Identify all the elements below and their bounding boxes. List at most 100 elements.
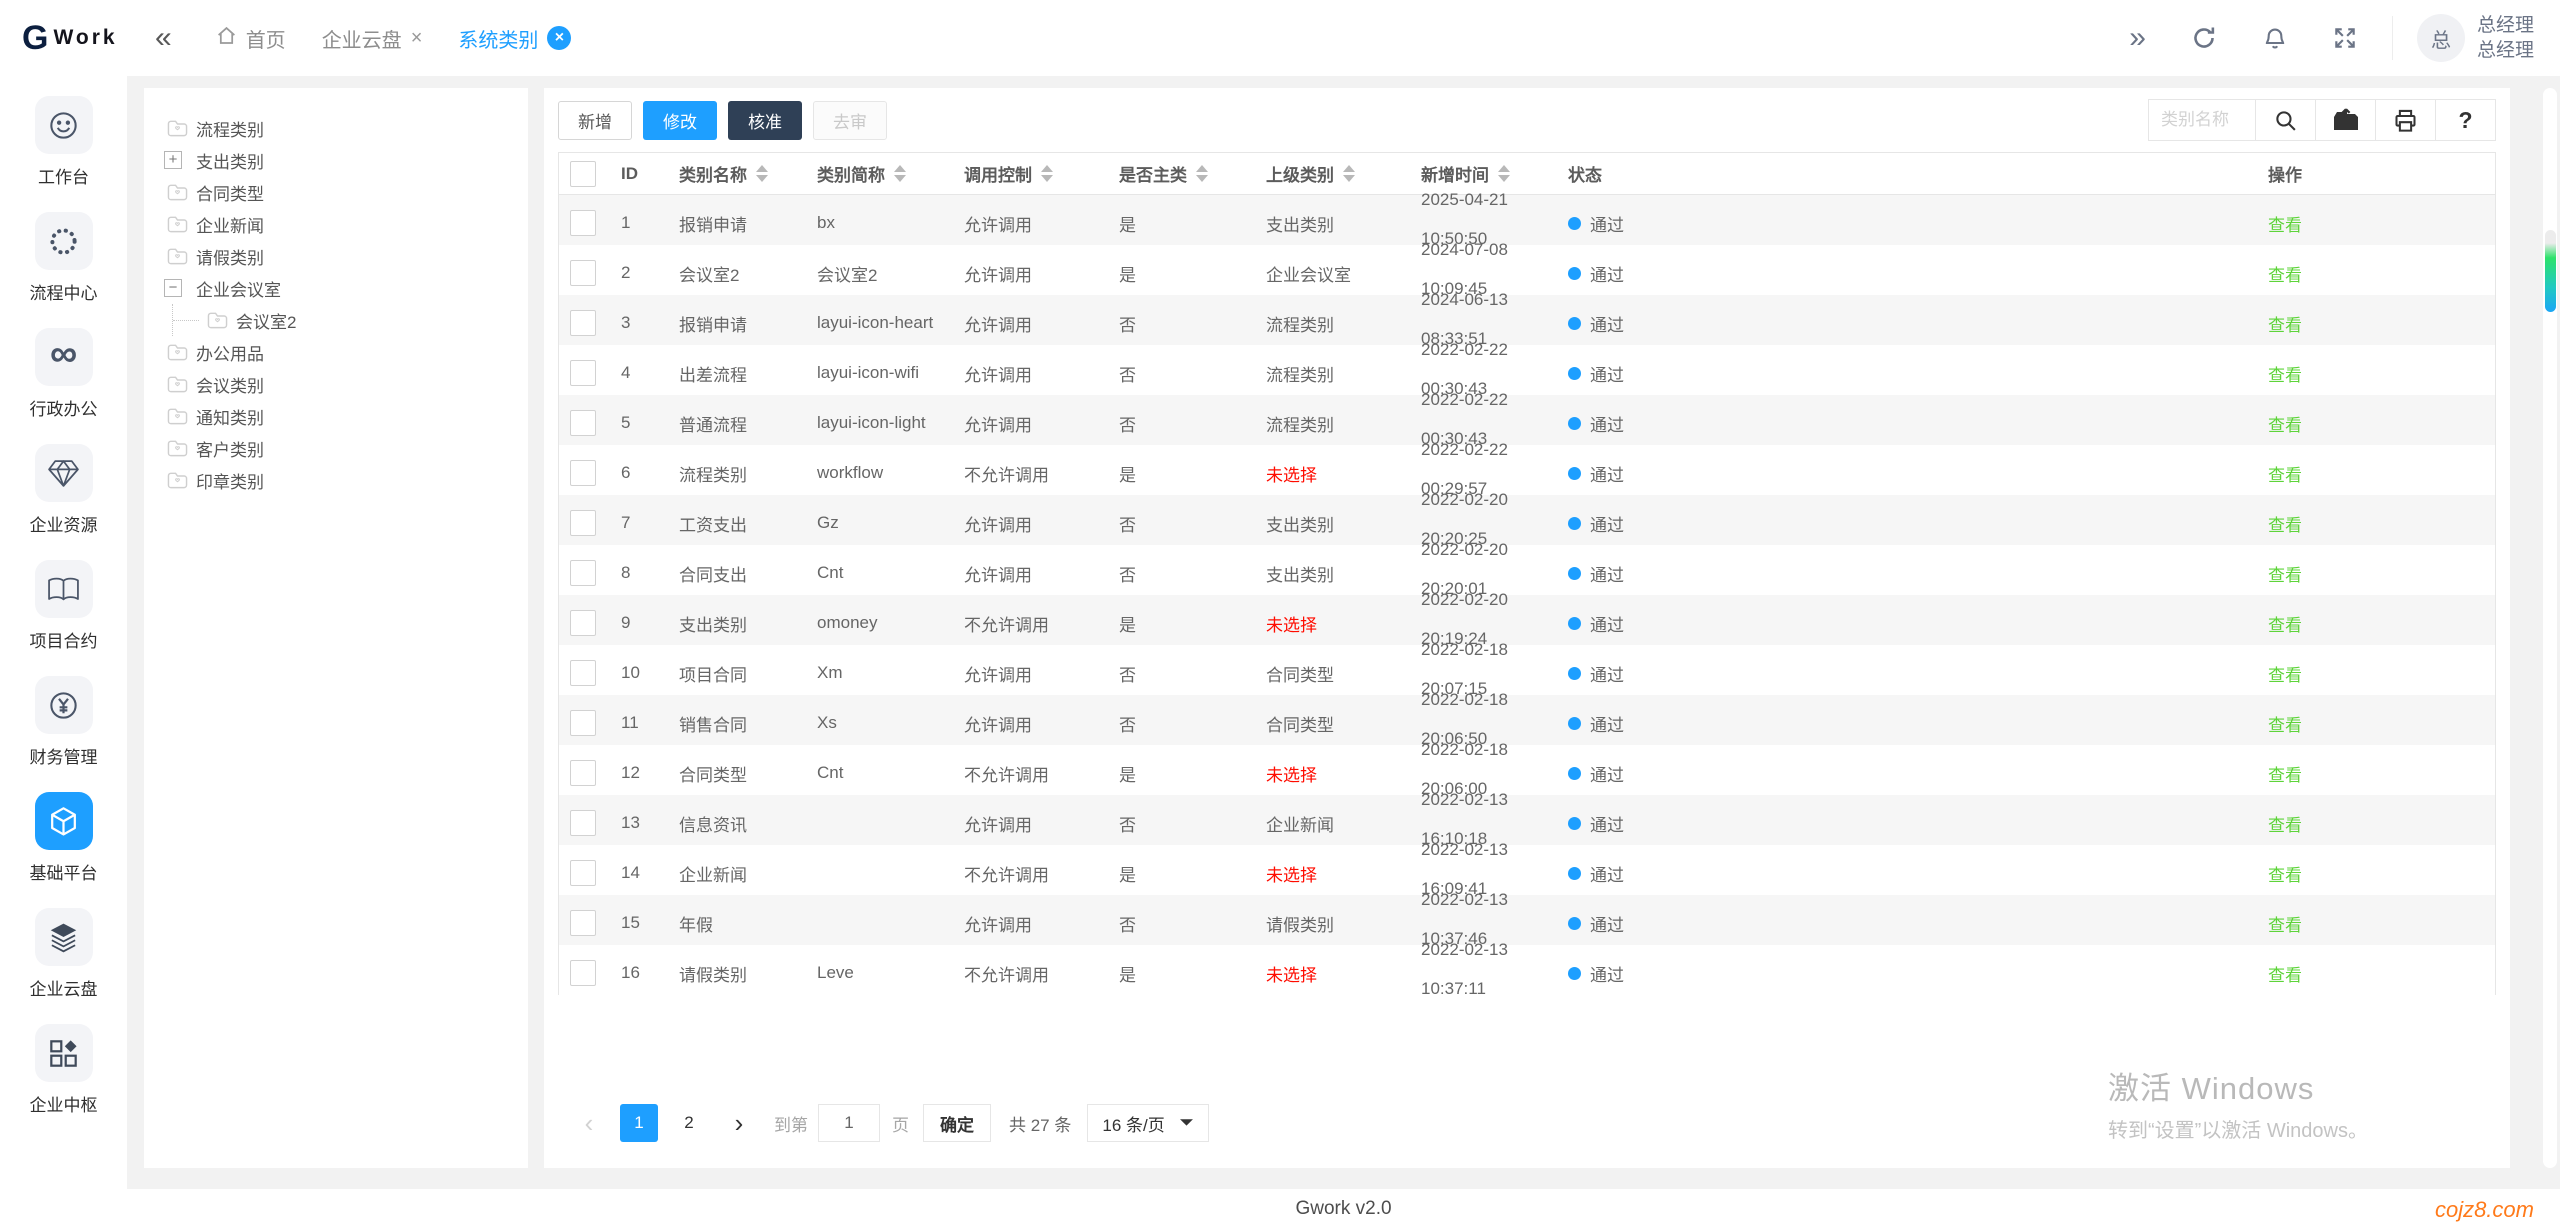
- view-link[interactable]: 查看: [2268, 711, 2302, 736]
- tree-item[interactable]: 企业新闻: [166, 208, 528, 240]
- sort-asc-icon[interactable]: [756, 165, 768, 172]
- sidebar-item-企业中枢[interactable]: 企业中枢: [30, 1024, 98, 1116]
- refresh-icon[interactable]: [2190, 24, 2218, 52]
- notification-bell-icon[interactable]: [2262, 25, 2288, 51]
- row-checkbox[interactable]: [570, 710, 596, 736]
- row-checkbox[interactable]: [570, 210, 596, 236]
- column-header-7[interactable]: 新增时间: [1407, 161, 1554, 186]
- sidebar-item-企业资源[interactable]: 企业资源: [30, 444, 98, 536]
- sort-asc-icon[interactable]: [894, 165, 906, 172]
- help-icon[interactable]: ?: [2436, 99, 2496, 141]
- next-page-button[interactable]: ›: [720, 1104, 758, 1142]
- row-checkbox[interactable]: [570, 610, 596, 636]
- column-header-6[interactable]: 上级类别: [1252, 161, 1407, 186]
- sort-icon[interactable]: [1041, 165, 1053, 182]
- row-checkbox[interactable]: [570, 410, 596, 436]
- tab-home[interactable]: 首页: [198, 0, 304, 76]
- tree-item[interactable]: 客户类别: [166, 432, 528, 464]
- view-link[interactable]: 查看: [2268, 511, 2302, 536]
- add-button[interactable]: 新增: [558, 101, 632, 140]
- search-input[interactable]: [2148, 99, 2256, 141]
- row-checkbox[interactable]: [570, 460, 596, 486]
- sort-icon[interactable]: [894, 165, 906, 182]
- row-checkbox[interactable]: [570, 760, 596, 786]
- sidebar-item-项目合约[interactable]: 项目合约: [30, 560, 98, 652]
- close-icon[interactable]: ×: [411, 28, 423, 48]
- sort-asc-icon[interactable]: [1041, 165, 1053, 172]
- row-checkbox[interactable]: [570, 860, 596, 886]
- sort-desc-icon[interactable]: [1041, 175, 1053, 182]
- tree-item[interactable]: 办公用品: [166, 336, 528, 368]
- tab-system-category[interactable]: 系统类别×: [440, 0, 589, 76]
- sort-desc-icon[interactable]: [1196, 175, 1208, 182]
- sort-icon[interactable]: [1343, 165, 1355, 182]
- fullscreen-icon[interactable]: [2332, 25, 2358, 51]
- sort-desc-icon[interactable]: [756, 175, 768, 182]
- vertical-scrollbar[interactable]: [2543, 88, 2557, 1168]
- sidebar-item-企业云盘[interactable]: 企业云盘: [30, 908, 98, 1000]
- approve-button[interactable]: 核准: [728, 101, 802, 140]
- export-icon[interactable]: [2316, 99, 2376, 141]
- view-link[interactable]: 查看: [2268, 911, 2302, 936]
- column-header-3[interactable]: 类别简称: [803, 161, 950, 186]
- column-header-2[interactable]: 类别名称: [665, 161, 803, 186]
- row-checkbox[interactable]: [570, 560, 596, 586]
- row-checkbox[interactable]: [570, 660, 596, 686]
- sort-asc-icon[interactable]: [1343, 165, 1355, 172]
- tree-item[interactable]: 合同类型: [166, 176, 528, 208]
- view-link[interactable]: 查看: [2268, 811, 2302, 836]
- view-link[interactable]: 查看: [2268, 461, 2302, 486]
- edit-button[interactable]: 修改: [643, 101, 717, 140]
- sort-asc-icon[interactable]: [1498, 165, 1510, 172]
- row-checkbox[interactable]: [570, 810, 596, 836]
- page-button-2[interactable]: 2: [670, 1104, 708, 1142]
- view-link[interactable]: 查看: [2268, 211, 2302, 236]
- page-button-1[interactable]: 1: [620, 1104, 658, 1142]
- select-all-checkbox[interactable]: [570, 161, 596, 187]
- sidebar-item-基础平台[interactable]: 基础平台: [30, 792, 98, 884]
- close-icon[interactable]: ×: [547, 26, 571, 50]
- view-link[interactable]: 查看: [2268, 861, 2302, 886]
- sort-icon[interactable]: [756, 165, 768, 182]
- sidebar-item-财务管理[interactable]: 财务管理: [30, 676, 98, 768]
- tree-item[interactable]: 通知类别: [166, 400, 528, 432]
- sort-desc-icon[interactable]: [1498, 175, 1510, 182]
- view-link[interactable]: 查看: [2268, 361, 2302, 386]
- tree-item[interactable]: 会议类别: [166, 368, 528, 400]
- row-checkbox[interactable]: [570, 510, 596, 536]
- collapse-icon[interactable]: −: [164, 279, 182, 297]
- row-checkbox[interactable]: [570, 360, 596, 386]
- view-link[interactable]: 查看: [2268, 761, 2302, 786]
- row-checkbox[interactable]: [570, 910, 596, 936]
- tree-item[interactable]: 流程类别: [166, 112, 528, 144]
- tree-item[interactable]: +支出类别: [166, 144, 528, 176]
- view-link[interactable]: 查看: [2268, 611, 2302, 636]
- view-link[interactable]: 查看: [2268, 311, 2302, 336]
- tab-cloud-disk[interactable]: 企业云盘×: [304, 0, 441, 76]
- print-icon[interactable]: [2376, 99, 2436, 141]
- user-avatar[interactable]: 总: [2417, 14, 2465, 62]
- tree-item[interactable]: 会议室2: [166, 304, 528, 336]
- page-size-select[interactable]: 16 条/页: [1087, 1104, 1208, 1142]
- user-name[interactable]: 总经理 总经理: [2477, 13, 2534, 63]
- view-link[interactable]: 查看: [2268, 261, 2302, 286]
- sort-desc-icon[interactable]: [894, 175, 906, 182]
- sidebar-item-流程中心[interactable]: 流程中心: [30, 212, 98, 304]
- view-link[interactable]: 查看: [2268, 411, 2302, 436]
- row-checkbox[interactable]: [570, 960, 596, 986]
- tree-item[interactable]: −企业会议室: [166, 272, 528, 304]
- view-link[interactable]: 查看: [2268, 961, 2302, 986]
- sort-asc-icon[interactable]: [1196, 165, 1208, 172]
- view-link[interactable]: 查看: [2268, 561, 2302, 586]
- expand-menu-icon[interactable]: »: [2129, 23, 2146, 53]
- sidebar-item-行政办公[interactable]: ∞行政办公: [30, 328, 98, 420]
- jump-page-input[interactable]: [818, 1104, 880, 1142]
- column-header-5[interactable]: 是否主类: [1105, 161, 1252, 186]
- row-checkbox[interactable]: [570, 310, 596, 336]
- row-checkbox[interactable]: [570, 260, 596, 286]
- tree-item[interactable]: 印章类别: [166, 464, 528, 496]
- sort-desc-icon[interactable]: [1343, 175, 1355, 182]
- scrollbar-thumb[interactable]: [2545, 230, 2556, 312]
- tree-item[interactable]: 请假类别: [166, 240, 528, 272]
- confirm-button[interactable]: 确定: [923, 1104, 991, 1142]
